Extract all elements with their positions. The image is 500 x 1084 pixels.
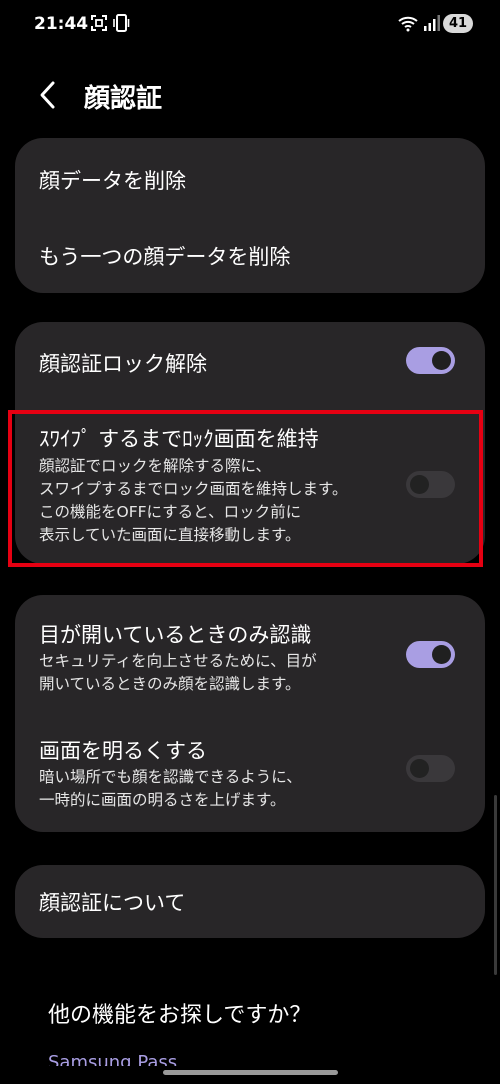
highlight-frame bbox=[8, 410, 483, 567]
face-unlock-toggle[interactable] bbox=[406, 347, 455, 374]
face-unlock-item[interactable]: 顔認証ロック解除 bbox=[15, 322, 485, 402]
page-title: 顔認証 bbox=[84, 84, 163, 114]
back-chevron-icon[interactable] bbox=[36, 80, 60, 110]
face-data-card: 顔データを削除 もう一つの顔データを削除 bbox=[15, 138, 485, 293]
delete-face-data-item[interactable]: 顔データを削除 bbox=[15, 138, 485, 218]
face-unlock-label: 顔認証ロック解除 bbox=[39, 352, 207, 376]
eyes-open-toggle[interactable] bbox=[406, 641, 455, 668]
eyes-open-desc-2: 開いているときのみ顔を認識します。 bbox=[39, 675, 301, 693]
qr-scan-icon bbox=[91, 15, 107, 31]
status-bar: 21:44 41 bbox=[0, 0, 500, 50]
brighten-screen-toggle[interactable] bbox=[406, 755, 455, 782]
brighten-screen-desc-2: 一時的に画面の明るさを上げます。 bbox=[39, 791, 286, 809]
app-header: 顔認証 bbox=[0, 66, 500, 126]
scrollbar[interactable] bbox=[494, 795, 497, 975]
brighten-screen-label: 画面を明るくする bbox=[39, 739, 207, 763]
home-indicator[interactable] bbox=[163, 1070, 338, 1075]
samsung-pass-link[interactable]: Samsung Pass bbox=[48, 1052, 177, 1066]
toggle-knob bbox=[410, 759, 429, 778]
eyes-open-label: 目が開いているときのみ認識 bbox=[39, 623, 312, 647]
vibrate-icon bbox=[113, 14, 130, 32]
delete-alt-face-data-label: もう一つの顔データを削除 bbox=[39, 245, 291, 269]
looking-for-more-title: 他の機能をお探しですか？ bbox=[48, 1003, 312, 1028]
battery-indicator: 41 bbox=[443, 14, 473, 33]
signal-icon bbox=[424, 15, 440, 31]
brighten-screen-desc-1: 暗い場所でも顔を認識できるように、 bbox=[39, 768, 302, 786]
eyes-open-desc-1: セキュリティを向上させるために、目が bbox=[39, 652, 317, 670]
delete-face-data-label: 顔データを削除 bbox=[39, 169, 186, 193]
brighten-screen-item[interactable]: 画面を明るくする 暗い場所でも顔を認識できるように、 一時的に画面の明るさを上げ… bbox=[15, 710, 485, 832]
wifi-icon bbox=[398, 16, 418, 32]
toggle-knob bbox=[432, 645, 451, 664]
toggle-knob bbox=[432, 351, 451, 370]
delete-alt-face-data-item[interactable]: もう一つの顔データを削除 bbox=[15, 218, 485, 293]
status-time: 21:44 bbox=[34, 14, 89, 34]
about-card[interactable]: 顔認証について bbox=[15, 865, 485, 938]
about-face-recognition-label: 顔認証について bbox=[39, 891, 186, 915]
options-card: 目が開いているときのみ認識 セキュリティを向上させるために、目が 開いているとき… bbox=[15, 595, 485, 832]
eyes-open-item[interactable]: 目が開いているときのみ認識 セキュリティを向上させるために、目が 開いているとき… bbox=[15, 595, 485, 710]
